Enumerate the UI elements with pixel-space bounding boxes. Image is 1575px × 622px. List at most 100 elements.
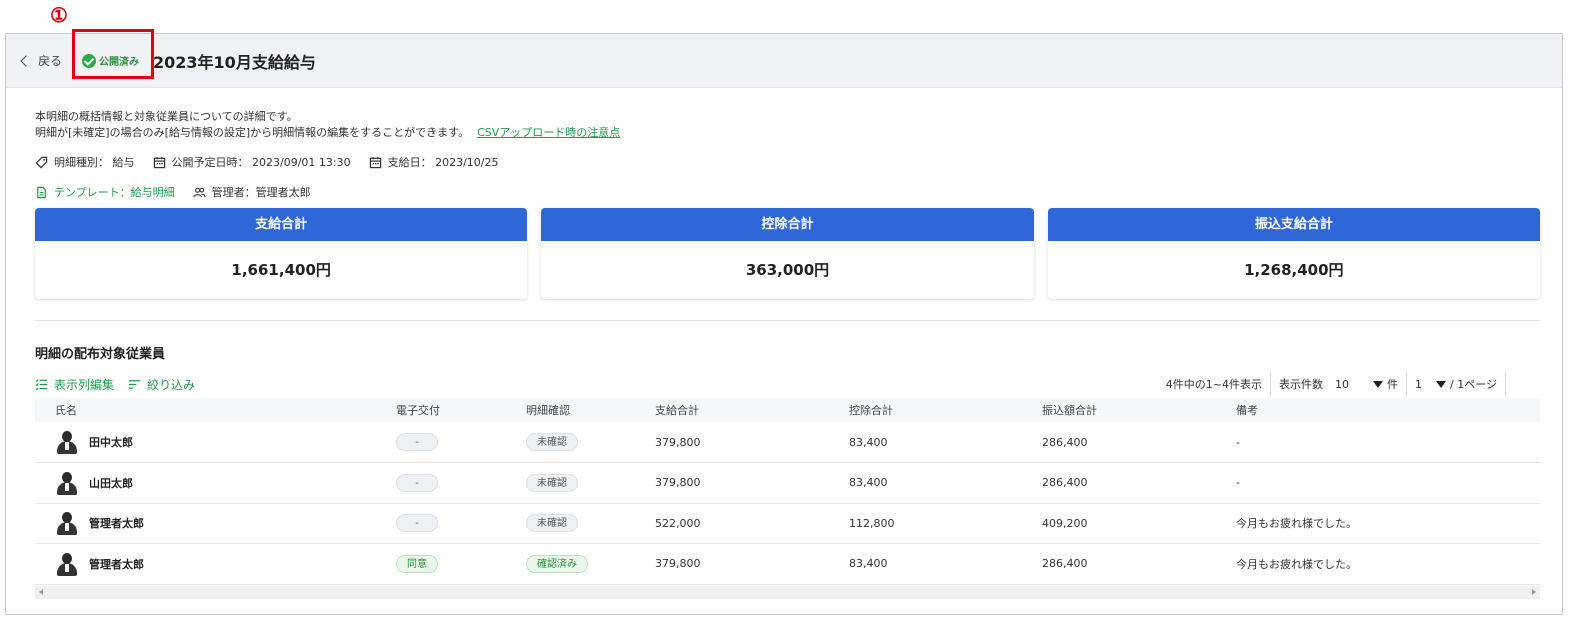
- description-line-2-text: 明細が[未確定]の場合のみ[給与情報の設定]から明細情報の編集をすることができま…: [35, 126, 470, 139]
- table-header-row: 氏名 電子交付 明細確認 支給合計 控除合計 振込額合計 備考: [35, 398, 1540, 422]
- employee-name: 山田太郎: [89, 476, 133, 490]
- summary-card-pay-total: 支給合計 1,661,400円: [35, 208, 528, 299]
- pay-total-cell: 379,800: [635, 422, 829, 463]
- document-icon: [37, 186, 46, 198]
- deduction-total-cell: 83,400: [829, 422, 1022, 463]
- filter-icon: [128, 379, 141, 389]
- meta-manager: 管理者：管理者太郎: [193, 184, 311, 200]
- edit-columns-button[interactable]: 表示列編集: [35, 376, 114, 393]
- column-header-name[interactable]: 氏名: [35, 398, 376, 422]
- per-page-control: 表示件数 10 件: [1271, 371, 1408, 397]
- summary-card-title: 振込支給合計: [1047, 208, 1540, 241]
- calendar-icon: [153, 156, 165, 168]
- page-select[interactable]: 1: [1415, 377, 1447, 391]
- check-circle-icon: [82, 53, 97, 68]
- table-tools: 表示列編集 絞り込み: [35, 376, 195, 393]
- calendar-icon: [369, 156, 381, 168]
- summary-card-value: 1,268,400円: [1244, 261, 1344, 279]
- per-page-unit: 件: [1387, 378, 1399, 391]
- employee-name-cell: 管理者太郎: [55, 552, 376, 576]
- record-count: 4件中の1~4件表示: [1158, 371, 1272, 397]
- meta-publish-date: 公開予定日時： 2023/09/01 13:30: [153, 154, 351, 170]
- employee-name: 管理者太郎: [89, 517, 144, 531]
- column-header-e-delivery[interactable]: 電子交付: [376, 398, 506, 422]
- main-content: 本明細の概括情報と対象従業員についての詳細です。 明細が[未確定]の場合のみ[給…: [6, 109, 1562, 599]
- meta-pay-date-text: 支給日： 2023/10/25: [387, 156, 499, 169]
- employee-name-cell: 管理者太郎: [55, 511, 376, 536]
- transfer-total-cell: 286,400: [1022, 543, 1216, 585]
- status-badge: 公開済み: [82, 53, 139, 68]
- meta-manager-text: 管理者：管理者太郎: [211, 186, 311, 199]
- summary-card-title: 支給合計: [35, 208, 528, 241]
- meta-publish-date-text: 公開予定日時： 2023/09/01 13:30: [171, 156, 351, 169]
- payslip-detail-panel: 戻る 公開済み 2023年10月支給給与 本明細の概括情報と対象従業員についての…: [5, 33, 1563, 615]
- table-row[interactable]: 田中太郎 - 未確認 379,800 83,400 286,400 -: [35, 422, 1540, 463]
- confirm-status-badge: 未確認: [526, 433, 578, 451]
- edit-columns-label: 表示列編集: [54, 377, 115, 392]
- scroll-right-icon[interactable]: [1532, 588, 1536, 595]
- back-button[interactable]: 戻る: [20, 52, 62, 69]
- filter-label: 絞り込み: [147, 377, 196, 392]
- note-cell: -: [1216, 462, 1540, 504]
- summary-card-value: 1,661,400円: [231, 261, 331, 279]
- page-header: 戻る 公開済み 2023年10月支給給与: [6, 34, 1562, 88]
- pay-total-cell: 522,000: [635, 503, 829, 544]
- column-header-transfer-total[interactable]: 振込額合計: [1022, 398, 1216, 422]
- avatar-icon: [55, 511, 79, 536]
- horizontal-scrollbar[interactable]: [35, 585, 1540, 599]
- e-delivery-badge: -: [396, 433, 438, 451]
- users-icon: [193, 187, 206, 197]
- page-control: 1 / 1ページ: [1407, 371, 1506, 397]
- per-page-select[interactable]: 10: [1335, 378, 1384, 391]
- column-header-pay-total[interactable]: 支給合計: [635, 398, 829, 422]
- description-line-2: 明細が[未確定]の場合のみ[給与情報の設定]から明細情報の編集をすることができま…: [35, 125, 1540, 141]
- summary-cards: 支給合計 1,661,400円 控除合計 363,000円 振込支給合計 1,2…: [35, 208, 1540, 299]
- list-edit-icon: [35, 378, 48, 390]
- template-link-text: テンプレート：給与明細: [54, 186, 175, 199]
- deduction-total-cell: 83,400: [829, 543, 1022, 585]
- filter-button[interactable]: 絞り込み: [128, 376, 195, 393]
- avatar-icon: [55, 552, 79, 576]
- annotation-number: ①: [50, 3, 68, 27]
- csv-notes-link[interactable]: CSVアップロード時の注意点: [477, 126, 620, 139]
- confirm-status-badge: 未確認: [526, 514, 578, 533]
- table-row[interactable]: 管理者太郎 同意 確認済み 379,800 83,400 286,400 今月も…: [35, 543, 1540, 585]
- employee-name-cell: 山田太郎: [55, 471, 376, 495]
- meta-pay-date: 支給日： 2023/10/25: [369, 154, 499, 170]
- description: 本明細の概括情報と対象従業員についての詳細です。 明細が[未確定]の場合のみ[給…: [35, 109, 1540, 141]
- table-row[interactable]: 管理者太郎 - 未確認 522,000 112,800 409,200 今月もお…: [35, 503, 1540, 544]
- pay-total-cell: 379,800: [635, 543, 829, 585]
- transfer-total-cell: 286,400: [1022, 422, 1216, 463]
- table-row[interactable]: 山田太郎 - 未確認 379,800 83,400 286,400 -: [35, 462, 1540, 504]
- page-suffix: / 1ページ: [1450, 378, 1497, 391]
- e-delivery-badge: 同意: [396, 554, 438, 573]
- note-cell: 今月もお疲れ様でした。: [1216, 503, 1540, 544]
- pay-total-cell: 379,800: [635, 462, 829, 504]
- employee-name: 田中太郎: [89, 436, 133, 449]
- summary-card-value: 363,000円: [745, 261, 830, 279]
- divider: [35, 320, 1540, 321]
- page-value: 1: [1415, 377, 1423, 391]
- column-header-note[interactable]: 備考: [1216, 398, 1540, 422]
- column-header-deduction-total[interactable]: 控除合計: [829, 398, 1022, 422]
- column-header-confirm[interactable]: 明細確認: [506, 398, 635, 422]
- note-cell: 今月もお疲れ様でした。: [1216, 543, 1540, 585]
- chevron-left-icon: [20, 54, 32, 67]
- meta-type: 明細種別： 給与: [35, 154, 135, 170]
- transfer-total-cell: 409,200: [1022, 503, 1216, 544]
- description-line-1: 本明細の概括情報と対象従業員についての詳細です。: [35, 110, 298, 123]
- employee-name: 管理者太郎: [89, 557, 144, 571]
- e-delivery-badge: -: [396, 514, 438, 533]
- status-badge-label: 公開済み: [99, 57, 140, 68]
- meta-row-2: テンプレート：給与明細 管理者：管理者太郎: [35, 184, 1540, 200]
- transfer-total-cell: 286,400: [1022, 462, 1216, 504]
- deduction-total-cell: 112,800: [829, 503, 1022, 544]
- template-link[interactable]: テンプレート：給与明細: [35, 184, 175, 200]
- summary-card-transfer-total: 振込支給合計 1,268,400円: [1047, 208, 1540, 299]
- confirm-status-badge: 未確認: [526, 473, 578, 492]
- avatar-icon: [55, 430, 79, 454]
- table-toolbar: 表示列編集 絞り込み 4件中の1~4件表示 表示件数 10 件 1 / 1ページ: [35, 371, 1540, 397]
- pagination: 4件中の1~4件表示 表示件数 10 件 1 / 1ページ: [1158, 371, 1506, 397]
- scroll-left-icon[interactable]: [39, 588, 43, 595]
- caret-down-icon: [1436, 380, 1447, 388]
